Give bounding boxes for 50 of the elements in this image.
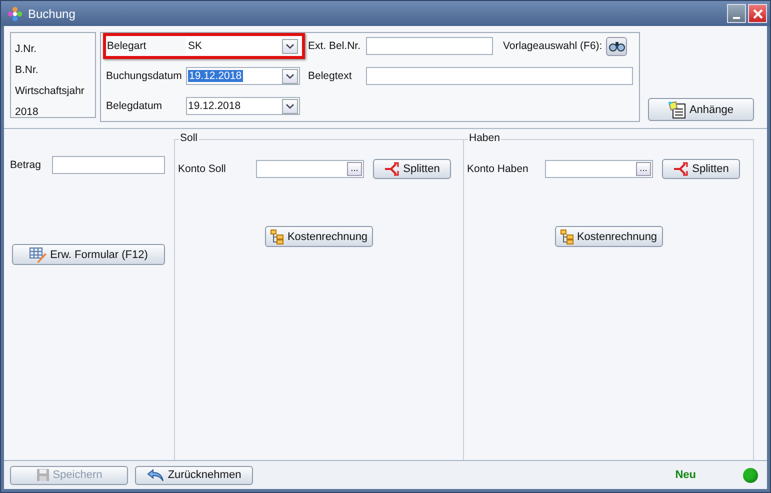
hierarchy-icon (270, 228, 284, 244)
cost-accounting-button[interactable]: Kostenrechnung (554, 226, 662, 247)
split-arrow-icon (673, 162, 690, 176)
split-arrow-icon (384, 162, 400, 176)
caret-icon (286, 74, 294, 78)
attachments-button[interactable]: Anhänge (648, 98, 754, 121)
field-label: Buchungsdatum (106, 70, 183, 82)
caret-icon (286, 104, 294, 108)
group-title: Haben (468, 132, 501, 144)
table-pencil-icon (29, 246, 48, 262)
browse-button[interactable]: ... (636, 162, 651, 176)
dropdown-field[interactable]: 19.12.2018 (186, 67, 300, 85)
browse-button[interactable]: ... (347, 162, 362, 176)
extended-form-button[interactable]: Erw. Formular (F12) (12, 244, 165, 265)
binoculars-icon (608, 40, 625, 52)
minimize-button[interactable] (727, 4, 746, 23)
document-icon (668, 100, 686, 118)
text-field[interactable] (366, 67, 633, 85)
template-search-button[interactable] (606, 36, 628, 56)
field-label: Vorlageauswahl (F6): (503, 40, 602, 52)
field-label: Konto Haben (467, 163, 530, 175)
account-field[interactable]: ... (545, 160, 653, 178)
close-icon (752, 8, 762, 18)
field-label: Ext. Bel.Nr. (308, 40, 362, 52)
close-button[interactable] (748, 4, 767, 23)
info-label: Wirtschaftsjahr (15, 84, 86, 99)
flower-icon (7, 6, 23, 22)
info-label: B.Nr. (15, 63, 40, 78)
status-text: Neu (675, 469, 696, 481)
split-button[interactable]: Splitten (373, 159, 451, 179)
amount-field[interactable] (52, 156, 165, 174)
field-label: Belegtext (308, 70, 353, 82)
text-field[interactable] (366, 37, 493, 55)
undo-arrow-icon (146, 468, 165, 482)
split-button[interactable]: Splitten (662, 159, 740, 179)
account-field[interactable]: ... (256, 160, 364, 178)
undo-button[interactable]: Zurücknehmen (135, 466, 253, 484)
info-label: J.Nr. (15, 42, 38, 57)
dropdown-field[interactable]: SK (186, 37, 300, 55)
field-label: Belegdatum (106, 100, 164, 112)
cost-accounting-button[interactable]: Kostenrechnung (265, 226, 373, 247)
info-label: 2018 (15, 105, 40, 120)
dropdown-field[interactable]: 19.12.2018 (186, 97, 300, 115)
window-title: Buchung (28, 6, 76, 20)
field-label: Belegart (107, 40, 148, 52)
field-label: Konto Soll (178, 163, 227, 175)
field-label: Betrag (10, 159, 42, 171)
caret-icon (286, 44, 294, 48)
group-title: Soll (179, 132, 199, 144)
hierarchy-icon (560, 228, 574, 244)
